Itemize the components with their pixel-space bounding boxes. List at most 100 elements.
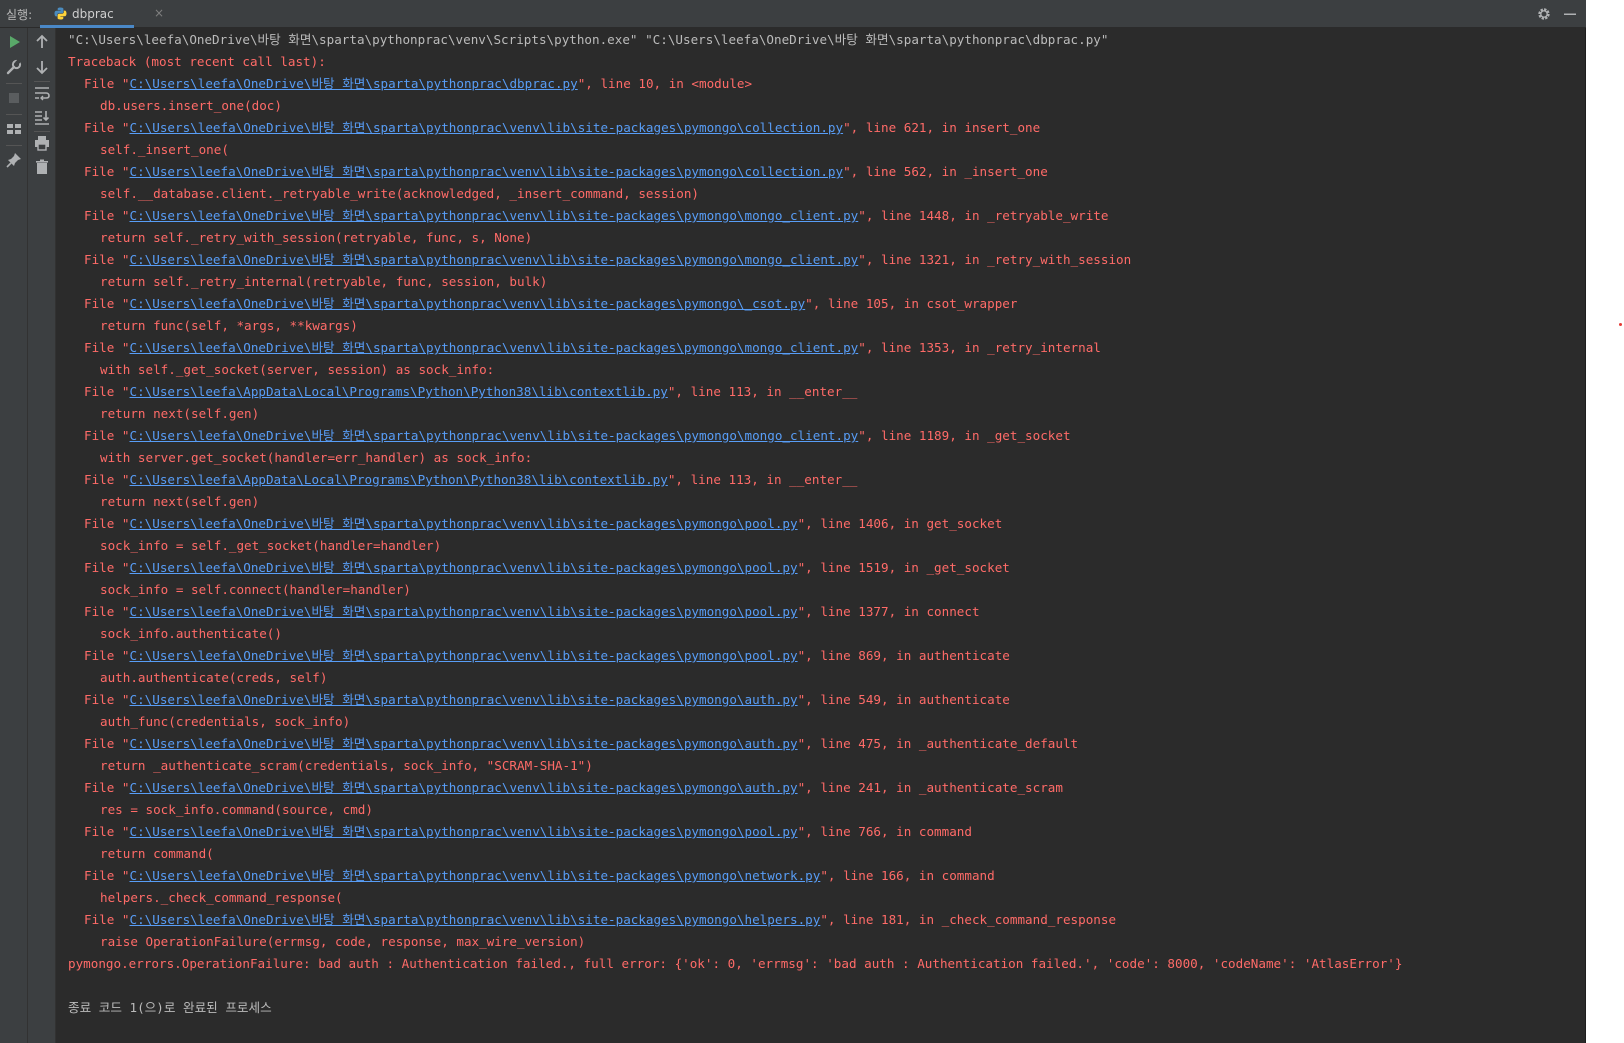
- traceback-file-line: File "C:\Users\leefa\OneDrive\바탕 화면\spar…: [68, 645, 1578, 667]
- exit-message: 종료 코드 1(으)로 완료된 프로세스: [68, 1000, 272, 1015]
- file-link[interactable]: C:\Users\leefa\OneDrive\바탕 화면\sparta\pyt…: [130, 296, 806, 311]
- file-link[interactable]: C:\Users\leefa\OneDrive\바탕 화면\sparta\pyt…: [130, 780, 798, 795]
- traceback-file-line: File "C:\Users\leefa\OneDrive\바탕 화면\spar…: [68, 601, 1578, 623]
- console-output[interactable]: "C:\Users\leefa\OneDrive\바탕 화면\sparta\py…: [68, 29, 1578, 1019]
- file-link[interactable]: C:\Users\leefa\OneDrive\바탕 화면\sparta\pyt…: [130, 120, 844, 135]
- minimize-icon[interactable]: [1562, 6, 1578, 22]
- file-prefix: File ": [84, 516, 130, 531]
- traceback-file-line: File "C:\Users\leefa\OneDrive\바탕 화면\spar…: [68, 293, 1578, 315]
- file-prefix: File ": [84, 384, 130, 399]
- run-actions-toolbar: [0, 28, 28, 1043]
- gear-icon[interactable]: [1536, 6, 1552, 22]
- file-link[interactable]: C:\Users\leefa\OneDrive\바탕 화면\sparta\pyt…: [130, 648, 798, 663]
- traceback-code-line: db.users.insert_one(doc): [100, 98, 282, 113]
- file-link[interactable]: C:\Users\leefa\OneDrive\바탕 화면\sparta\pyt…: [130, 604, 798, 619]
- down-arrow-icon[interactable]: [33, 58, 51, 76]
- frame-location: ", line 1519, in _get_socket: [797, 560, 1010, 575]
- frame-location: ", line 105, in csot_wrapper: [805, 296, 1018, 311]
- trash-icon[interactable]: [33, 158, 51, 176]
- scroll-to-end-icon[interactable]: [33, 108, 51, 126]
- file-prefix: File ": [84, 912, 130, 927]
- frame-location: ", line 766, in command: [797, 824, 972, 839]
- frame-location: ", line 1448, in _retryable_write: [858, 208, 1109, 223]
- frame-location: ", line 241, in _authenticate_scram: [797, 780, 1063, 795]
- toolbar-divider: [34, 81, 50, 82]
- file-link[interactable]: C:\Users\leefa\OneDrive\바탕 화면\sparta\pyt…: [130, 692, 798, 707]
- up-arrow-icon[interactable]: [33, 33, 51, 51]
- traceback-file-line: File "C:\Users\leefa\OneDrive\바탕 화면\spar…: [68, 865, 1578, 887]
- file-link[interactable]: C:\Users\leefa\AppData\Local\Programs\Py…: [130, 472, 668, 487]
- frame-location: ", line 1321, in _retry_with_session: [858, 252, 1132, 267]
- frame-location: ", line 562, in _insert_one: [843, 164, 1048, 179]
- file-prefix: File ": [84, 780, 130, 795]
- frame-location: ", line 1189, in _get_socket: [858, 428, 1071, 443]
- file-prefix: File ": [84, 208, 130, 223]
- file-link[interactable]: C:\Users\leefa\OneDrive\바탕 화면\sparta\pyt…: [130, 76, 578, 91]
- traceback-code-line: sock_info.authenticate(): [100, 626, 282, 641]
- wrench-icon[interactable]: [5, 58, 23, 76]
- frame-location: ", line 621, in insert_one: [843, 120, 1041, 135]
- toolbar-divider: [6, 114, 22, 115]
- file-prefix: File ": [84, 648, 130, 663]
- run-label: 실행:: [6, 8, 33, 22]
- traceback-code-line: auth_func(credentials, sock_info): [100, 714, 351, 729]
- file-prefix: File ": [84, 472, 130, 487]
- run-icon[interactable]: [5, 33, 23, 51]
- file-link[interactable]: C:\Users\leefa\OneDrive\바탕 화면\sparta\pyt…: [130, 208, 859, 223]
- frame-location: ", line 1377, in connect: [797, 604, 980, 619]
- file-prefix: File ": [84, 692, 130, 707]
- traceback-code-line: return _authenticate_scram(credentials, …: [100, 758, 593, 773]
- print-icon[interactable]: [33, 134, 51, 152]
- close-icon[interactable]: ×: [154, 6, 164, 20]
- file-prefix: File ": [84, 560, 130, 575]
- error-message: pymongo.errors.OperationFailure: bad aut…: [68, 956, 1403, 971]
- file-link[interactable]: C:\Users\leefa\OneDrive\바탕 화면\sparta\pyt…: [130, 516, 798, 531]
- run-tool-window-header: 실행: dbprac ×: [0, 0, 1586, 28]
- traceback-code-line: raise OperationFailure(errmsg, code, res…: [100, 934, 586, 949]
- toolbar-divider: [34, 131, 50, 132]
- file-link[interactable]: C:\Users\leefa\OneDrive\바탕 화면\sparta\pyt…: [130, 868, 821, 883]
- traceback-code-line: self.__database.client._retryable_write(…: [100, 186, 699, 201]
- file-prefix: File ": [84, 824, 130, 839]
- traceback-code-line: self._insert_one(: [100, 142, 229, 157]
- traceback-file-line: File "C:\Users\leefa\OneDrive\바탕 화면\spar…: [68, 777, 1578, 799]
- file-prefix: File ": [84, 604, 130, 619]
- command-line: "C:\Users\leefa\OneDrive\바탕 화면\sparta\py…: [68, 32, 1109, 47]
- stop-icon[interactable]: [5, 89, 23, 107]
- file-prefix: File ": [84, 120, 130, 135]
- traceback-code-line: sock_info = self._get_socket(handler=han…: [100, 538, 442, 553]
- traceback-code-line: res = sock_info.command(source, cmd): [100, 802, 373, 817]
- file-prefix: File ": [84, 340, 130, 355]
- traceback-file-line: File "C:\Users\leefa\OneDrive\바탕 화면\spar…: [68, 689, 1578, 711]
- frame-location: ", line 166, in command: [820, 868, 995, 883]
- tab-dbprac[interactable]: dbprac ×: [40, 0, 164, 28]
- file-link[interactable]: C:\Users\leefa\OneDrive\바탕 화면\sparta\pyt…: [130, 340, 859, 355]
- indicator-dot: [1619, 323, 1622, 326]
- pin-icon[interactable]: [5, 151, 23, 169]
- soft-wrap-icon[interactable]: [33, 84, 51, 102]
- file-link[interactable]: C:\Users\leefa\OneDrive\바탕 화면\sparta\pyt…: [130, 736, 798, 751]
- toolbar-divider: [6, 145, 22, 146]
- tab-label: dbprac: [72, 7, 114, 21]
- traceback-code-line: helpers._check_command_response(: [100, 890, 343, 905]
- file-link[interactable]: C:\Users\leefa\OneDrive\바탕 화면\sparta\pyt…: [130, 824, 798, 839]
- file-link[interactable]: C:\Users\leefa\AppData\Local\Programs\Py…: [130, 384, 668, 399]
- file-link[interactable]: C:\Users\leefa\OneDrive\바탕 화면\sparta\pyt…: [130, 912, 821, 927]
- frame-location: ", line 869, in authenticate: [797, 648, 1010, 663]
- frame-location: ", line 1406, in get_socket: [797, 516, 1003, 531]
- traceback-file-line: File "C:\Users\leefa\OneDrive\바탕 화면\spar…: [68, 337, 1578, 359]
- file-prefix: File ": [84, 428, 130, 443]
- traceback-file-line: File "C:\Users\leefa\OneDrive\바탕 화면\spar…: [68, 205, 1578, 227]
- frame-location: ", line 113, in __enter__: [667, 472, 858, 487]
- traceback-header: Traceback (most recent call last):: [68, 54, 326, 69]
- file-prefix: File ": [84, 76, 130, 91]
- layout-icon[interactable]: [5, 120, 23, 138]
- file-prefix: File ": [84, 164, 130, 179]
- file-link[interactable]: C:\Users\leefa\OneDrive\바탕 화면\sparta\pyt…: [130, 428, 859, 443]
- frame-location: ", line 549, in authenticate: [797, 692, 1010, 707]
- file-link[interactable]: C:\Users\leefa\OneDrive\바탕 화면\sparta\pyt…: [130, 252, 859, 267]
- file-link[interactable]: C:\Users\leefa\OneDrive\바탕 화면\sparta\pyt…: [130, 560, 798, 575]
- file-link[interactable]: C:\Users\leefa\OneDrive\바탕 화면\sparta\pyt…: [130, 164, 844, 179]
- toolbar-divider: [6, 83, 22, 84]
